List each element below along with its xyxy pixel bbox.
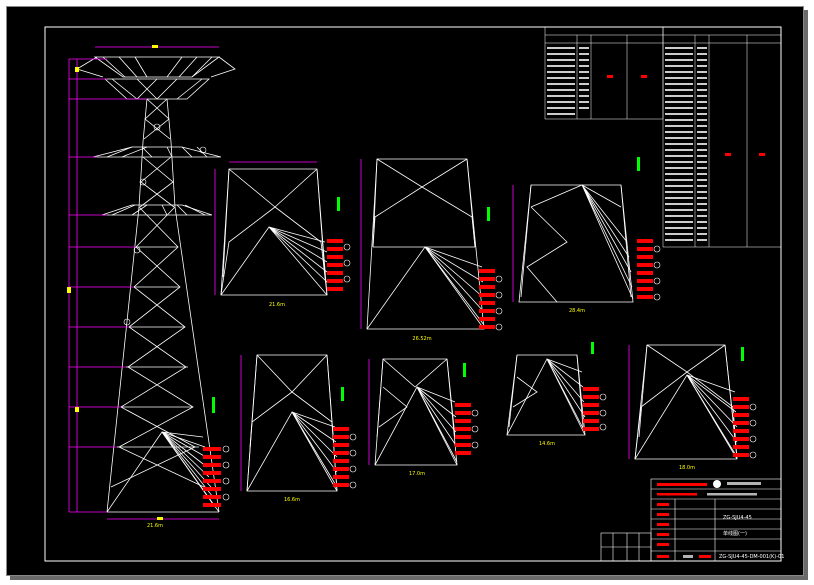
table-row bbox=[665, 59, 693, 61]
table-row bbox=[665, 233, 693, 235]
tower-panel-2 bbox=[366, 158, 485, 330]
table-row bbox=[697, 47, 707, 49]
table-row bbox=[665, 155, 693, 157]
table-row bbox=[665, 83, 693, 85]
title-sheet-label: 单线图(一) bbox=[723, 530, 747, 537]
table-row bbox=[665, 149, 693, 151]
tower-panel-7 bbox=[634, 344, 738, 460]
table-row bbox=[697, 227, 707, 229]
table-row bbox=[697, 215, 707, 217]
tower-panel-1-base-label: 21.6m bbox=[269, 302, 285, 308]
cad-drawing: 21.6m 21.6m 26.52m 28.4m 16.6m 17.0m 14.… bbox=[44, 26, 784, 562]
table-row bbox=[665, 47, 693, 49]
table-row bbox=[697, 119, 707, 121]
table-row bbox=[697, 101, 707, 103]
table-row bbox=[665, 71, 693, 73]
table-row bbox=[665, 191, 693, 193]
table-row bbox=[697, 233, 707, 235]
drawing-sheet: 21.6m 21.6m 26.52m 28.4m 16.6m 17.0m 14.… bbox=[6, 6, 804, 576]
table-row bbox=[665, 227, 693, 229]
table-row bbox=[697, 161, 707, 163]
table-row bbox=[697, 167, 707, 169]
table-row bbox=[697, 203, 707, 205]
table-row bbox=[665, 131, 693, 133]
tower-panel-6-base-label: 14.6m bbox=[539, 441, 555, 447]
tower-panel-5-base-label: 17.0m bbox=[409, 471, 425, 477]
table-row bbox=[697, 53, 707, 55]
table-row bbox=[665, 221, 693, 223]
table-row bbox=[697, 143, 707, 145]
table-row bbox=[665, 137, 693, 139]
table-row bbox=[665, 65, 693, 67]
table-row bbox=[665, 53, 693, 55]
table-row bbox=[665, 209, 693, 211]
table-row bbox=[665, 179, 693, 181]
table-row bbox=[665, 167, 693, 169]
table-row bbox=[697, 113, 707, 115]
table-row bbox=[665, 119, 693, 121]
table-row bbox=[697, 71, 707, 73]
table-row bbox=[697, 95, 707, 97]
table-row bbox=[697, 221, 707, 223]
tower-panel-4-base-label: 16.6m bbox=[284, 497, 300, 503]
table-row bbox=[697, 89, 707, 91]
tower-panel-5 bbox=[374, 358, 458, 466]
table-row bbox=[665, 197, 693, 199]
tower-panel-1 bbox=[220, 168, 328, 296]
table-row bbox=[665, 173, 693, 175]
tower-panel-3 bbox=[518, 184, 634, 303]
leg-callouts bbox=[123, 123, 757, 507]
table-row bbox=[697, 77, 707, 79]
table-row bbox=[697, 137, 707, 139]
table-row bbox=[665, 89, 693, 91]
table-row bbox=[697, 149, 707, 151]
main-tower-base-label: 21.6m bbox=[147, 523, 163, 529]
table-row bbox=[665, 113, 693, 115]
material-table-right-rows bbox=[665, 47, 707, 241]
table-row bbox=[697, 173, 707, 175]
material-table-left-rows bbox=[547, 47, 589, 115]
table-row bbox=[697, 179, 707, 181]
main-tower bbox=[76, 56, 236, 513]
table-row bbox=[665, 143, 693, 145]
table-row bbox=[665, 215, 693, 217]
tower-panel-3-base-label: 28.4m bbox=[569, 308, 585, 314]
table-row bbox=[665, 125, 693, 127]
table-row bbox=[665, 239, 693, 241]
table-row bbox=[697, 65, 707, 67]
table-row bbox=[665, 185, 693, 187]
table-row bbox=[665, 107, 693, 109]
table-row bbox=[697, 83, 707, 85]
table-row bbox=[665, 161, 693, 163]
tower-panel-6 bbox=[506, 354, 586, 436]
table-row bbox=[697, 191, 707, 193]
tower-panel-2-base-label: 26.52m bbox=[412, 336, 431, 342]
table-row bbox=[697, 59, 707, 61]
main-tower-dims bbox=[68, 46, 219, 520]
table-row bbox=[697, 239, 707, 241]
table-row bbox=[697, 131, 707, 133]
table-row bbox=[665, 77, 693, 79]
table-row bbox=[697, 185, 707, 187]
table-row bbox=[697, 155, 707, 157]
table-row bbox=[665, 95, 693, 97]
title-drawing-name: ZG-SJU4-45 bbox=[723, 515, 752, 521]
table-row bbox=[697, 107, 707, 109]
title-block bbox=[600, 478, 782, 562]
table-row bbox=[665, 101, 693, 103]
table-row bbox=[697, 209, 707, 211]
title-drawing-number: ZG-SJU4-45-DM-001(K)-01 bbox=[719, 554, 784, 560]
tower-panel-4 bbox=[246, 354, 338, 492]
table-row bbox=[697, 197, 707, 199]
tower-panel-7-base-label: 18.0m bbox=[679, 465, 695, 471]
table-row bbox=[665, 203, 693, 205]
table-row bbox=[697, 125, 707, 127]
